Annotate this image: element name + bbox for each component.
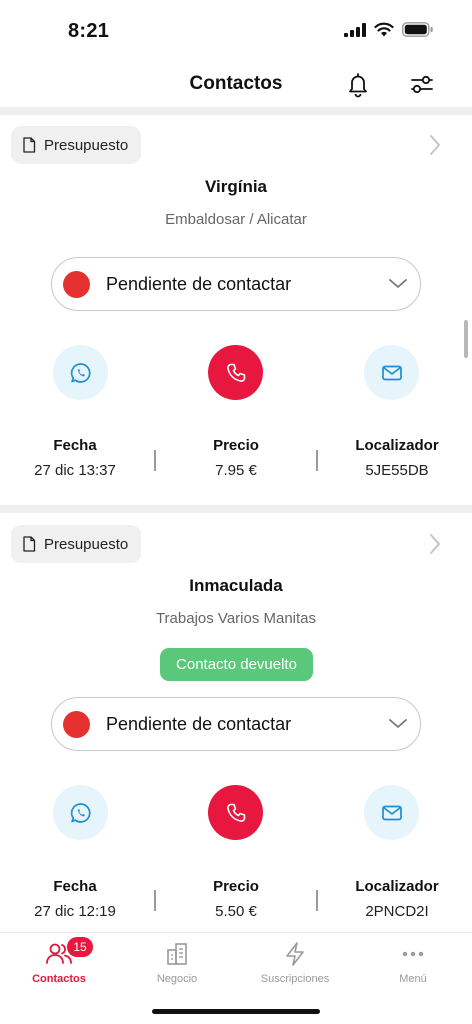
status-dot xyxy=(63,710,90,738)
info-divider xyxy=(154,450,156,471)
tab-icon-wrap xyxy=(354,939,472,969)
status-bar: 8:21 xyxy=(0,0,472,60)
whatsapp-icon xyxy=(70,362,91,383)
info-divider xyxy=(316,450,318,471)
fecha-info: Fecha 27 dic 13:37 xyxy=(5,437,145,479)
localizador-label: Localizador xyxy=(355,437,439,454)
home-indicator xyxy=(152,1009,320,1014)
whatsapp-button[interactable] xyxy=(53,785,108,840)
filter-button[interactable] xyxy=(407,70,437,98)
tab-icon-wrap: 15 xyxy=(0,937,118,969)
status-time: 8:21 xyxy=(68,20,110,42)
precio-label: Precio xyxy=(213,878,259,895)
contact-card[interactable]: Presupuesto Virgínia Embaldosar / Alicat… xyxy=(0,115,472,505)
status-label: Pendiente de contactar xyxy=(106,273,292,294)
fecha-value: 27 dic 12:19 xyxy=(34,903,116,920)
email-button[interactable] xyxy=(364,785,419,840)
tab-icon-wrap xyxy=(118,939,236,969)
returned-badge: Contacto devuelto xyxy=(160,648,313,681)
status-select[interactable]: Pendiente de contactar xyxy=(51,257,421,311)
building-icon xyxy=(167,943,187,965)
chevron-right-icon[interactable] xyxy=(428,134,442,156)
notification-badge: 15 xyxy=(67,937,93,957)
fecha-info: Fecha 27 dic 12:19 xyxy=(5,878,145,920)
mail-icon xyxy=(381,805,402,820)
status-icons xyxy=(344,22,434,37)
mail-icon xyxy=(381,365,402,380)
wifi-icon xyxy=(374,22,394,37)
tab-icon-wrap xyxy=(236,939,354,969)
precio-label: Precio xyxy=(213,437,259,454)
tab-negocio[interactable]: Negocio xyxy=(118,939,236,985)
whatsapp-icon xyxy=(70,802,91,823)
chip-label: Presupuesto xyxy=(44,136,129,154)
page-title: Contactos xyxy=(189,73,283,94)
signal-icon xyxy=(344,22,366,37)
contact-category: Trabajos Varios Manitas xyxy=(155,610,317,627)
precio-value: 7.95 € xyxy=(215,462,257,479)
localizador-info: Localizador 5JE55DB xyxy=(327,437,467,479)
section-separator xyxy=(0,505,472,513)
precio-value: 5.50 € xyxy=(215,903,257,920)
document-icon xyxy=(23,137,36,153)
tab-label: Menú xyxy=(399,973,427,985)
localizador-value: 2PNCD2I xyxy=(365,903,429,920)
tab-label: Contactos xyxy=(32,973,86,985)
info-divider xyxy=(154,890,156,911)
fecha-label: Fecha xyxy=(53,437,97,454)
email-button[interactable] xyxy=(364,345,419,400)
sliders-icon xyxy=(411,75,433,94)
battery-icon xyxy=(402,22,433,37)
bolt-icon xyxy=(286,942,304,966)
info-divider xyxy=(316,890,318,911)
contact-category: Embaldosar / Alicatar xyxy=(165,211,307,228)
contact-name: Virgínia xyxy=(204,177,268,196)
tab-label: Suscripciones xyxy=(260,973,330,985)
precio-info: Precio 7.95 € xyxy=(166,437,306,479)
presupuesto-chip: Presupuesto xyxy=(11,126,142,164)
bell-icon xyxy=(349,73,367,98)
status-select[interactable]: Pendiente de contactar xyxy=(51,697,421,751)
status-dot xyxy=(63,270,90,298)
call-button[interactable] xyxy=(208,785,263,840)
phone-icon xyxy=(226,363,245,382)
section-separator xyxy=(0,107,472,115)
tab-menu[interactable]: Menú xyxy=(354,939,472,985)
tab-suscripciones[interactable]: Suscripciones xyxy=(236,939,354,985)
status-label: Pendiente de contactar xyxy=(106,713,292,734)
phone-icon xyxy=(226,803,245,822)
presupuesto-chip: Presupuesto xyxy=(11,525,142,563)
precio-info: Precio 5.50 € xyxy=(166,878,306,920)
chip-label: Presupuesto xyxy=(44,535,129,553)
nav-header: Contactos xyxy=(0,60,472,108)
chevron-down-icon xyxy=(389,719,407,728)
chevron-down-icon xyxy=(389,279,407,288)
call-button[interactable] xyxy=(208,345,263,400)
localizador-label: Localizador xyxy=(355,878,439,895)
tab-label: Negocio xyxy=(156,973,198,985)
document-icon xyxy=(23,536,36,552)
tab-contactos[interactable]: 15 Contactos xyxy=(0,937,118,985)
chevron-right-icon[interactable] xyxy=(428,533,442,555)
localizador-info: Localizador 2PNCD2I xyxy=(327,878,467,920)
fecha-label: Fecha xyxy=(53,878,97,895)
contact-card[interactable]: Presupuesto Inmaculada Trabajos Varios M… xyxy=(0,513,472,932)
notifications-button[interactable] xyxy=(344,70,372,98)
more-icon xyxy=(402,951,424,957)
localizador-value: 5JE55DB xyxy=(365,462,429,479)
contact-name: Inmaculada xyxy=(189,576,283,595)
fecha-value: 27 dic 13:37 xyxy=(34,462,116,479)
whatsapp-button[interactable] xyxy=(53,345,108,400)
